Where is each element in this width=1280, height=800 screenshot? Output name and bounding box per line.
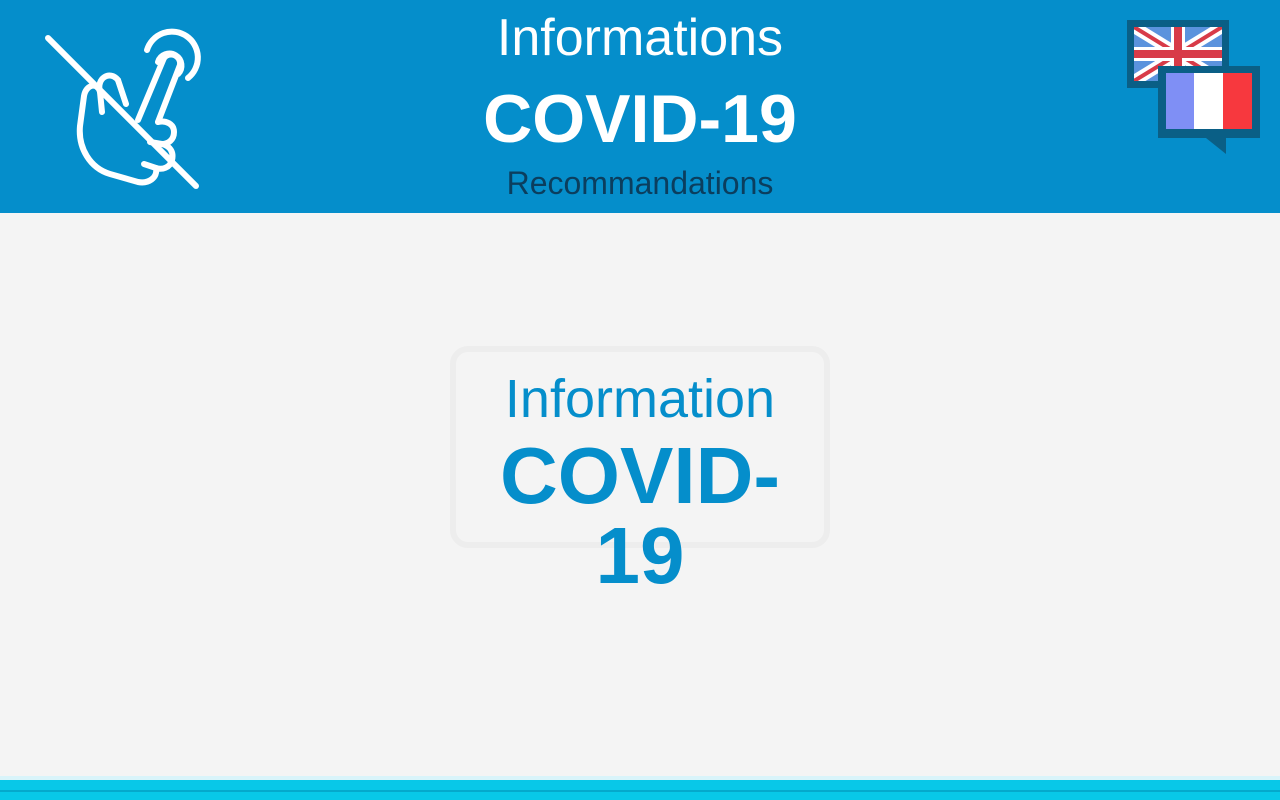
info-covid-card[interactable]: Information COVID-19 bbox=[450, 346, 830, 596]
card-title-line1: Information bbox=[504, 369, 776, 429]
language-switch-flags-icon bbox=[1127, 20, 1260, 154]
header-title-line1: Informations bbox=[496, 9, 784, 67]
bottom-bar-highlight bbox=[0, 776, 1280, 780]
header-bar: Informations COVID-19 Recommandations bbox=[0, 0, 1280, 213]
header-titles: Informations COVID-19 Recommandations bbox=[340, 0, 940, 199]
bottom-bar-divider bbox=[0, 790, 1280, 792]
bottom-bar bbox=[0, 776, 1280, 800]
header-title-line2: COVID-19 bbox=[483, 81, 797, 157]
header-subtitle: Recommandations bbox=[506, 165, 774, 201]
no-touch-hand-icon bbox=[40, 18, 206, 194]
card-title-line2: COVID-19 bbox=[500, 431, 780, 600]
language-switch-button[interactable] bbox=[1122, 16, 1264, 156]
